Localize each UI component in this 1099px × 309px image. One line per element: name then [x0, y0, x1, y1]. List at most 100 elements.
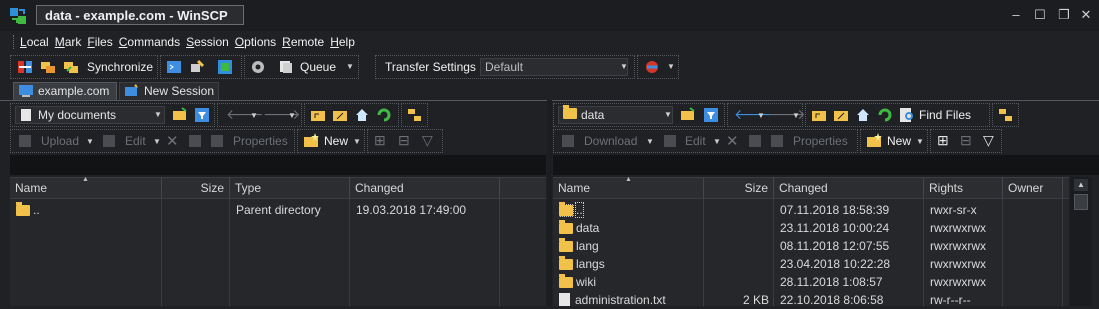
menu-help[interactable]: Help: [330, 33, 355, 51]
menu-session[interactable]: Session: [186, 33, 229, 51]
transfer-settings-select[interactable]: Default: [480, 58, 628, 76]
column-rights[interactable]: Rights: [924, 178, 1003, 198]
maximize-button[interactable]: ☐: [1032, 7, 1048, 23]
root-directory-icon[interactable]: [833, 107, 849, 123]
remote-scrollbar[interactable]: ▲: [1070, 177, 1092, 306]
console-icon[interactable]: [166, 59, 182, 75]
new-folder-icon[interactable]: [866, 133, 882, 149]
table-row[interactable]: wiki 28.11.2018 1:08:57 rwxrwxrwx: [553, 273, 1069, 291]
synchronize-label[interactable]: Synchronize: [87, 59, 153, 75]
properties-label[interactable]: Properties: [793, 133, 848, 149]
minimize-button[interactable]: –: [1008, 7, 1024, 23]
back-dropdown-icon[interactable]: ▼: [250, 111, 258, 120]
back-icon[interactable]: 🡐: [734, 106, 772, 123]
menu-options[interactable]: Options: [235, 33, 276, 51]
back-dropdown-icon[interactable]: ▼: [757, 111, 765, 120]
scroll-up-icon[interactable]: ▲: [1074, 179, 1088, 191]
home-icon[interactable]: [354, 107, 370, 123]
upload-label[interactable]: Upload: [41, 133, 79, 149]
table-row[interactable]: langs 23.04.2018 10:22:28 rwxrwxrwx: [553, 255, 1069, 273]
select-icon[interactable]: ⊞: [937, 132, 949, 149]
edit-dropdown-icon[interactable]: ▼: [713, 137, 721, 146]
new-dropdown-icon[interactable]: ▼: [353, 137, 361, 146]
menubar-grip[interactable]: [13, 35, 17, 49]
restore-button[interactable]: ❐: [1056, 7, 1072, 23]
local-location-select[interactable]: My documents: [15, 106, 165, 124]
new-folder-icon[interactable]: [303, 133, 319, 149]
refresh-icon[interactable]: [376, 107, 392, 123]
upload-dropdown-icon[interactable]: ▼: [86, 137, 94, 146]
column-changed[interactable]: Changed: [350, 178, 500, 198]
table-row[interactable]: data 23.11.2018 10:00:24 rwxrwxrwx: [553, 219, 1069, 237]
upload-icon[interactable]: [17, 133, 33, 149]
local-location-dropdown-icon[interactable]: ▼: [154, 110, 162, 119]
gear-icon[interactable]: [250, 59, 266, 75]
transfer-settings-dropdown-icon[interactable]: ▼: [620, 62, 628, 71]
close-button[interactable]: ✕: [1078, 7, 1094, 23]
sessions-icon[interactable]: [217, 59, 233, 75]
properties-label[interactable]: Properties: [233, 133, 288, 149]
scroll-thumb[interactable]: [1074, 194, 1088, 210]
home-icon[interactable]: [855, 107, 871, 123]
table-row[interactable]: .. 07.11.2018 18:58:39 rwxr-sr-x: [553, 201, 1069, 219]
directory-tree-icon[interactable]: [407, 107, 423, 123]
transfer-preferences-icon[interactable]: [644, 59, 660, 75]
edit-icon[interactable]: [101, 133, 117, 149]
edit-label[interactable]: Edit: [685, 133, 706, 149]
rename-icon[interactable]: [187, 133, 203, 149]
open-folder-icon[interactable]: [172, 107, 188, 123]
menu-mark[interactable]: Mark: [55, 33, 82, 51]
select-filter-icon[interactable]: ▽: [422, 132, 433, 149]
compare-directories-icon[interactable]: [17, 59, 33, 75]
column-type[interactable]: Type: [230, 178, 350, 198]
edit-dropdown-icon[interactable]: ▼: [153, 137, 161, 146]
transfer-preferences-dropdown-icon[interactable]: ▼: [667, 62, 675, 71]
panel-splitter[interactable]: [547, 100, 552, 306]
column-size[interactable]: Size: [704, 178, 774, 198]
synchronize-icon[interactable]: [63, 59, 79, 75]
download-icon[interactable]: [560, 133, 576, 149]
download-dropdown-icon[interactable]: ▼: [646, 137, 654, 146]
delete-icon[interactable]: ✕: [166, 132, 179, 150]
download-label[interactable]: Download: [584, 133, 637, 149]
unselect-icon[interactable]: ⊟: [398, 132, 410, 149]
menu-files[interactable]: Files: [87, 33, 112, 51]
tab-new-session[interactable]: New Session: [119, 82, 219, 100]
tab-example-com[interactable]: example.com: [13, 82, 117, 100]
properties-icon[interactable]: [209, 133, 225, 149]
remote-location-dropdown-icon[interactable]: ▼: [664, 110, 672, 119]
column-size[interactable]: Size: [162, 178, 230, 198]
find-files-icon[interactable]: [899, 107, 915, 123]
filter-icon[interactable]: [703, 107, 719, 123]
putty-icon[interactable]: [189, 59, 205, 75]
forward-dropdown-icon[interactable]: ▼: [792, 111, 800, 120]
menu-remote[interactable]: Remote: [282, 33, 324, 51]
find-files-label[interactable]: Find Files: [919, 107, 971, 123]
queue-icon[interactable]: [278, 59, 294, 75]
column-owner[interactable]: Owner: [1003, 178, 1063, 198]
unselect-icon[interactable]: ⊟: [960, 132, 972, 149]
edit-icon[interactable]: [662, 133, 678, 149]
open-folder-icon[interactable]: [680, 107, 696, 123]
menu-local[interactable]: Local: [20, 33, 49, 51]
filter-icon[interactable]: [194, 107, 210, 123]
table-row[interactable]: lang 08.11.2018 12:07:55 rwxrwxrwx: [553, 237, 1069, 255]
select-icon[interactable]: ⊞: [374, 132, 386, 149]
new-label[interactable]: New: [324, 133, 348, 149]
parent-directory-icon[interactable]: [811, 107, 827, 123]
queue-dropdown-icon[interactable]: ▼: [346, 62, 354, 71]
new-dropdown-icon[interactable]: ▼: [916, 137, 924, 146]
parent-directory-icon[interactable]: [310, 107, 326, 123]
select-filter-icon[interactable]: ▽: [983, 132, 994, 149]
new-label[interactable]: New: [887, 133, 911, 149]
queue-label[interactable]: Queue: [300, 59, 336, 75]
menu-commands[interactable]: Commands: [119, 33, 180, 51]
properties-icon[interactable]: [769, 133, 785, 149]
root-directory-icon[interactable]: [332, 107, 348, 123]
delete-icon[interactable]: ✕: [726, 132, 739, 150]
edit-label[interactable]: Edit: [125, 133, 146, 149]
directory-tree-icon[interactable]: [998, 107, 1014, 123]
column-changed[interactable]: Changed: [774, 178, 924, 198]
synchronize-browsing-icon[interactable]: [40, 59, 56, 75]
refresh-icon[interactable]: [877, 107, 893, 123]
